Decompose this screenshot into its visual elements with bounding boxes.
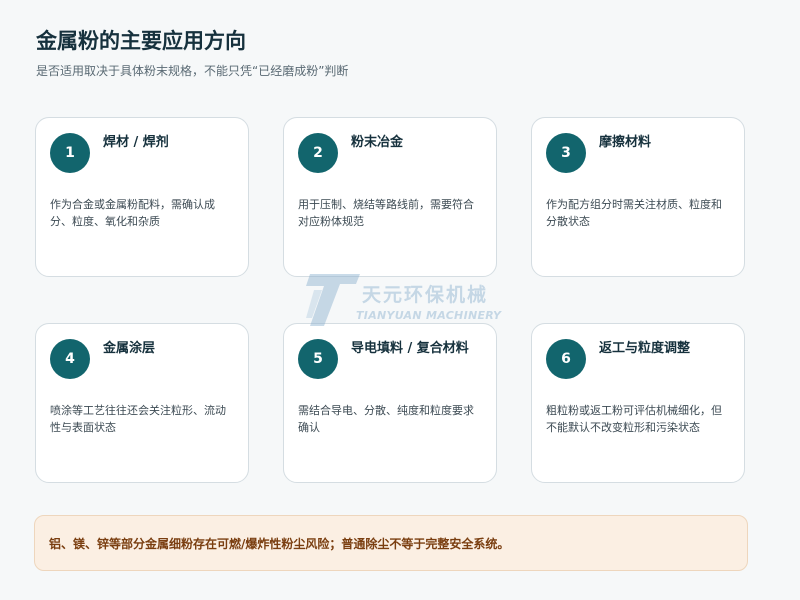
- application-card-5: 5 导电填料 / 复合材料 需结合导电、分散、纯度和粒度要求确认: [283, 323, 497, 483]
- card-description: 作为配方组分时需关注材质、粒度和分散状态: [546, 198, 722, 228]
- card-title: 粉末冶金: [351, 135, 404, 150]
- page-subtitle: 是否适用取决于具体粉末规格，不能只凭“已经磨成粉”判断: [36, 64, 349, 78]
- card-description: 用于压制、烧结等路线前，需要符合对应粉体规范: [298, 198, 474, 228]
- safety-warning-text: 铝、镁、锌等部分金属细粉存在可燃/爆炸性粉尘风险；普通除尘不等于完整安全系统。: [49, 536, 510, 551]
- card-number-badge: 6: [546, 339, 586, 379]
- card-description: 喷涂等工艺往往还会关注粒形、流动性与表面状态: [50, 404, 226, 434]
- application-card-3: 3 摩擦材料 作为配方组分时需关注材质、粒度和分散状态: [531, 117, 745, 277]
- card-number-badge: 2: [298, 133, 338, 173]
- card-title: 摩擦材料: [599, 135, 652, 150]
- card-title: 焊材 / 焊剂: [103, 135, 169, 150]
- card-title: 导电填料 / 复合材料: [351, 341, 469, 356]
- card-number-badge: 5: [298, 339, 338, 379]
- card-number-badge: 4: [50, 339, 90, 379]
- watermark-name-cn: 天元环保机械: [362, 284, 489, 306]
- page-header: 金属粉的主要应用方向 是否适用取决于具体粉末规格，不能只凭“已经磨成粉”判断: [36, 26, 348, 80]
- watermark-name-en: TIANYUAN MACHINERY: [356, 309, 502, 322]
- page-title: 金属粉的主要应用方向: [36, 29, 246, 53]
- card-title: 金属涂层: [103, 341, 156, 356]
- card-number-badge: 1: [50, 133, 90, 173]
- application-card-6: 6 返工与粒度调整 粗粒粉或返工粉可评估机械细化，但不能默认不改变粒形和污染状态: [531, 323, 745, 483]
- card-description: 作为合金或金属粉配料，需确认成分、粒度、氧化和杂质: [50, 198, 215, 228]
- application-card-1: 1 焊材 / 焊剂 作为合金或金属粉配料，需确认成分、粒度、氧化和杂质: [35, 117, 249, 277]
- card-description: 粗粒粉或返工粉可评估机械细化，但不能默认不改变粒形和污染状态: [546, 404, 722, 434]
- application-card-4: 4 金属涂层 喷涂等工艺往往还会关注粒形、流动性与表面状态: [35, 323, 249, 483]
- card-title: 返工与粒度调整: [599, 341, 691, 356]
- safety-warning-banner: 铝、镁、锌等部分金属细粉存在可燃/爆炸性粉尘风险；普通除尘不等于完整安全系统。: [34, 515, 748, 571]
- card-number-badge: 3: [546, 133, 586, 173]
- application-card-2: 2 粉末冶金 用于压制、烧结等路线前，需要符合对应粉体规范: [283, 117, 497, 277]
- card-description: 需结合导电、分散、纯度和粒度要求确认: [298, 404, 474, 434]
